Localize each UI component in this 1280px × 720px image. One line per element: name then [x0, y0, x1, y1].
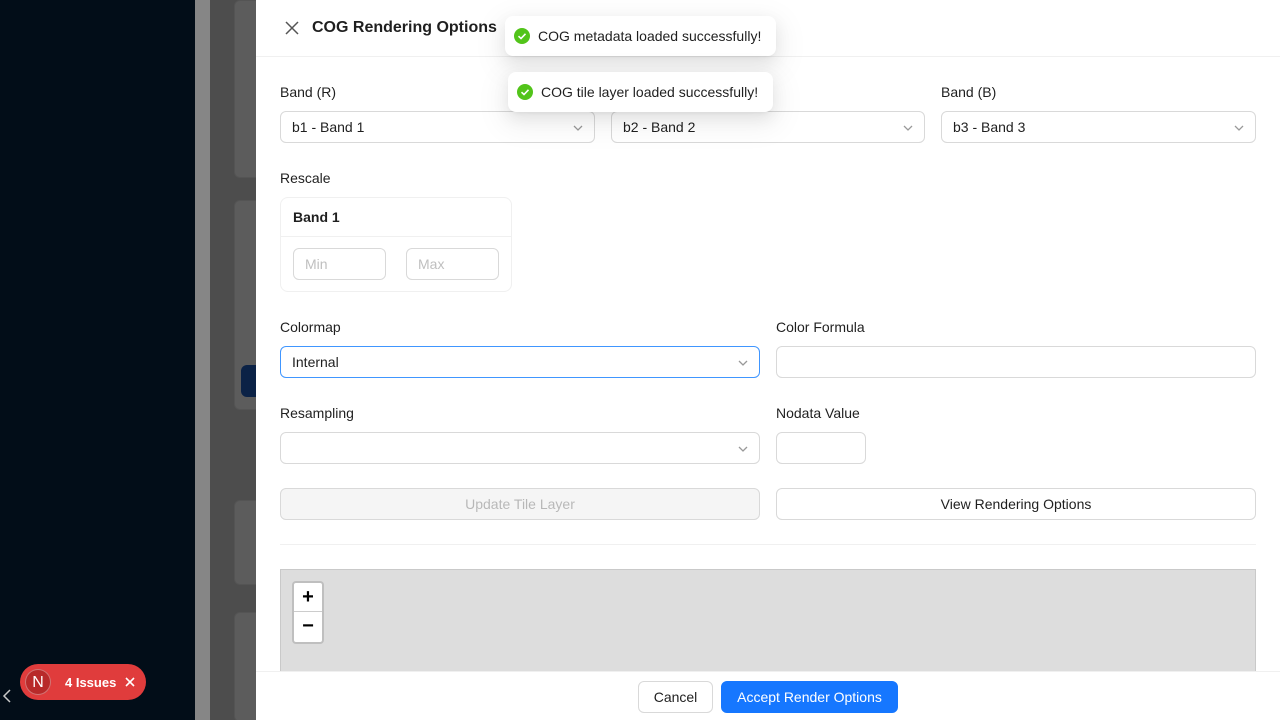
resampling-label: Resampling — [280, 405, 354, 421]
rescale-max-input[interactable] — [406, 248, 499, 280]
chevron-down-icon — [738, 360, 748, 366]
close-icon[interactable] — [280, 16, 304, 40]
band-b-select[interactable]: b3 - Band 3 — [941, 111, 1256, 143]
chevron-down-icon — [573, 125, 583, 131]
colormap-field: Colormap Internal — [280, 316, 760, 378]
drawer-title: COG Rendering Options — [312, 19, 497, 36]
success-check-icon — [517, 84, 533, 100]
zoom-control: + − — [292, 581, 324, 644]
accept-render-options-button[interactable]: Accept Render Options — [721, 681, 898, 713]
rescale-card: Band 1 — [280, 197, 512, 292]
view-rendering-options-button[interactable]: View Rendering Options — [776, 488, 1256, 520]
nextjs-logo-icon: N — [25, 669, 51, 695]
band-r-select[interactable]: b1 - Band 1 — [280, 111, 595, 143]
toast-tile-layer-loaded: COG tile layer loaded successfully! — [508, 72, 773, 112]
issues-count: 4 Issues — [65, 674, 117, 690]
band-b-field: Band (B) b3 - Band 3 — [941, 81, 1256, 143]
band-g-value: b2 - Band 2 — [623, 119, 696, 135]
band-b-value: b3 - Band 3 — [953, 119, 1026, 135]
zoom-in-button[interactable]: + — [294, 583, 322, 612]
chevron-down-icon — [738, 446, 748, 452]
color-formula-label: Color Formula — [776, 319, 865, 335]
divider — [280, 544, 1256, 545]
close-icon[interactable] — [124, 676, 136, 688]
drawer-mask[interactable] — [195, 0, 256, 720]
drawer-footer: Cancel Accept Render Options — [256, 671, 1280, 720]
nodata-field: Nodata Value — [776, 402, 866, 464]
success-check-icon — [514, 28, 530, 44]
background-sidebar — [0, 0, 195, 720]
colormap-select[interactable]: Internal — [280, 346, 760, 378]
rescale-label: Rescale — [280, 170, 331, 186]
toast-text: COG tile layer loaded successfully! — [541, 84, 759, 100]
chevron-down-icon — [903, 125, 913, 131]
chevron-left-icon[interactable] — [2, 689, 12, 703]
color-formula-field: Color Formula — [776, 316, 1256, 378]
rescale-band-title: Band 1 — [281, 198, 511, 237]
chevron-down-icon — [1234, 125, 1244, 131]
resampling-select[interactable] — [280, 432, 760, 464]
toast-metadata-loaded: COG metadata loaded successfully! — [505, 16, 776, 56]
cancel-button[interactable]: Cancel — [638, 681, 713, 713]
color-formula-input[interactable] — [776, 346, 1256, 378]
band-g-select[interactable]: b2 - Band 2 — [611, 111, 925, 143]
nodata-input[interactable] — [776, 432, 866, 464]
issues-indicator[interactable]: N 4 Issues — [20, 664, 146, 700]
zoom-out-button[interactable]: − — [294, 612, 322, 641]
rescale-min-input[interactable] — [293, 248, 386, 280]
band-b-label: Band (B) — [941, 84, 997, 100]
toast-text: COG metadata loaded successfully! — [538, 28, 762, 44]
colormap-value: Internal — [292, 354, 339, 370]
update-tile-layer-button[interactable]: Update Tile Layer — [280, 488, 760, 520]
colormap-label: Colormap — [280, 319, 341, 335]
nodata-label: Nodata Value — [776, 405, 860, 421]
resampling-field: Resampling — [280, 402, 760, 464]
band-r-value: b1 - Band 1 — [292, 119, 365, 135]
